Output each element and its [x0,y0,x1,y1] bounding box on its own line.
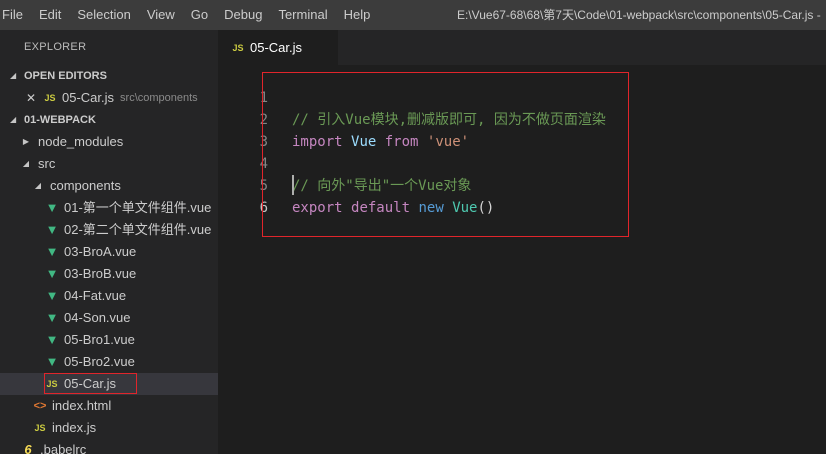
tree-item-node-modules[interactable]: ▶ node_modules [0,131,218,153]
file-label: 03-BroB.vue [64,266,137,281]
file-label: 05-Bro2.vue [64,354,135,369]
menu-file[interactable]: File [0,0,31,30]
menu-edit[interactable]: Edit [31,0,69,30]
tree-item-vue-file[interactable]: ▼ 02-第二个单文件组件.vue [0,219,218,241]
tree-item-vue-file[interactable]: ▼ 03-BroA.vue [0,241,218,263]
folder-label: components [50,178,121,193]
html-file-icon: <> [33,400,47,412]
js-file-icon: JS [232,42,244,53]
vue-file-icon: ▼ [45,288,59,303]
class-name: Vue [452,200,478,216]
menu-bar: File Edit Selection View Go Debug Termin… [0,0,826,30]
chevron-down-icon: ◢ [22,159,30,168]
punctuation: () [477,200,495,216]
file-label: 04-Fat.vue [64,288,127,303]
tab-label: 05-Car.js [250,40,303,55]
menu-view[interactable]: View [139,0,183,30]
vue-file-icon: ▼ [45,222,59,237]
file-label: 04-Son.vue [64,310,131,325]
chevron-down-icon: ◢ [10,115,17,124]
babel-file-icon: 6 [24,442,32,454]
file-label: 01-第一个单文件组件.vue [64,200,212,215]
line-number: 6 [259,200,268,216]
code-text: export default new Vue() [292,197,494,219]
menu-selection[interactable]: Selection [69,0,138,30]
tree-item-index-html[interactable]: <> index.html [0,395,218,417]
vue-file-icon: ▼ [45,310,59,325]
open-editors-label: OPEN EDITORS [24,70,107,82]
keyword: export [292,200,343,216]
menu-debug[interactable]: Debug [216,0,270,30]
chevron-down-icon: ◢ [34,181,42,190]
vue-file-icon: ▼ [45,200,59,215]
code-line: 1 // 引入Vue模块,删减版即可, 因为不做页面渲染 [218,65,826,128]
tree-item-vue-file[interactable]: ▼ 03-BroB.vue [0,263,218,285]
vue-file-icon: ▼ [45,266,59,281]
chevron-right-icon: ▶ [22,137,30,146]
js-file-icon: JS [34,423,46,433]
open-editor-item[interactable]: ✕ JS 05-Car.js src\components [0,87,218,109]
tree-item-vue-file[interactable]: ▼ 05-Bro2.vue [0,351,218,373]
keyword: default [351,200,411,216]
folder-label: src [38,156,56,171]
menu-go[interactable]: Go [183,0,216,30]
file-label: 05-Bro1.vue [64,332,135,347]
tree-item-babelrc[interactable]: 6 .babelrc [0,439,218,454]
explorer-title: EXPLORER [24,41,87,53]
file-label: 03-BroA.vue [64,244,137,259]
code-line: 5 export default new Vue() [218,153,826,216]
file-label: index.js [52,420,97,435]
tree-item-index-js[interactable]: JS index.js [0,417,218,439]
file-label: 02-第二个单文件组件.vue [64,222,212,237]
project-header[interactable]: ◢ 01-WEBPACK [0,109,218,131]
code-line: 2 import Vue from 'vue' [218,87,826,150]
code-line: 4 // 向外"导出"一个Vue对象 [218,131,826,194]
folder-label: node_modules [38,134,124,149]
js-file-icon: JS [44,93,56,103]
open-editor-path: src\components [120,92,198,104]
tree-item-src[interactable]: ◢ src [0,153,218,175]
tree-item-components[interactable]: ◢ components [0,175,218,197]
file-label: 05-Car.js [64,376,117,391]
tree-item-vue-file[interactable]: ▼ 04-Son.vue [0,307,218,329]
chevron-down-icon: ◢ [10,71,17,80]
tree-item-vue-file[interactable]: ▼ 01-第一个单文件组件.vue [0,197,218,219]
keyword: new [418,200,444,216]
menu-help[interactable]: Help [336,0,379,30]
vue-file-icon: ▼ [45,244,59,259]
file-label: index.html [52,398,112,413]
code-editor[interactable]: 1 // 引入Vue模块,删减版即可, 因为不做页面渲染 2 import Vu… [218,65,826,454]
js-file-icon: JS [46,379,58,389]
open-editor-name: 05-Car.js [62,90,115,105]
code-line: 6 [218,175,826,216]
tree-item-vue-file[interactable]: ▼ 05-Bro1.vue [0,329,218,351]
open-editors-header[interactable]: ◢ OPEN EDITORS [0,65,218,87]
window-title: E:\Vue67-68\68\第7天\Code\01-webpack\src\c… [457,8,821,22]
tree-item-selected-file[interactable]: JS 05-Car.js [0,373,218,395]
tab-05-car-js[interactable]: JS 05-Car.js [218,30,338,65]
text-cursor [292,175,294,195]
code-line: 3 [218,109,826,150]
file-label: .babelrc [40,442,87,454]
vue-file-icon: ▼ [45,332,59,347]
project-label: 01-WEBPACK [24,114,96,126]
editor-tab-bar: JS 05-Car.js [218,30,826,65]
vue-file-icon: ▼ [45,354,59,369]
menu-terminal[interactable]: Terminal [270,0,335,30]
tree-item-vue-file[interactable]: ▼ 04-Fat.vue [0,285,218,307]
explorer-sidebar: EXPLORER ◢ OPEN EDITORS ✕ JS 05-Car.js s… [0,30,218,454]
close-icon[interactable]: ✕ [24,87,38,109]
